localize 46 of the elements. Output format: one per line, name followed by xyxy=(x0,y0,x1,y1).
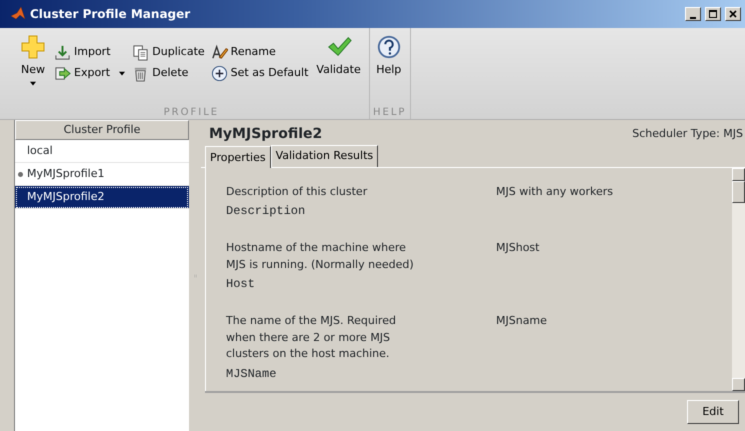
export-icon xyxy=(54,65,71,82)
scheduler-type-label: Scheduler Type: MJS xyxy=(632,126,743,142)
edit-button[interactable]: Edit xyxy=(687,400,739,424)
pencil-icon xyxy=(210,44,228,61)
toolbar-button[interactable]: Duplicate xyxy=(132,44,205,61)
app-logo-icon xyxy=(10,6,26,22)
property-value: MJShost xyxy=(496,240,540,256)
toolbar-button[interactable]: Set as Default xyxy=(210,65,308,82)
profile-item[interactable]: local xyxy=(15,140,189,163)
property-name: Host xyxy=(226,276,256,293)
dropdown-button[interactable] xyxy=(118,70,126,76)
close-icon xyxy=(728,9,738,19)
toolbar-button[interactable]: Help xyxy=(374,32,404,105)
profile-item[interactable]: MyMJSprofile2 xyxy=(15,186,189,209)
toolbar-button[interactable]: Rename xyxy=(210,44,276,61)
toolbar-button[interactable]: Validate xyxy=(314,32,363,105)
import-icon xyxy=(54,44,71,61)
close-button[interactable] xyxy=(725,7,741,21)
toolbar-button[interactable]: Import xyxy=(54,44,111,61)
maximize-icon xyxy=(708,9,718,19)
property-value: MJSname xyxy=(496,313,547,329)
section-label: PROFILE xyxy=(162,106,220,119)
toolbar-button[interactable]: Delete xyxy=(132,65,188,82)
toolbar-button[interactable]: New xyxy=(18,32,48,105)
tab[interactable]: Properties xyxy=(205,146,271,168)
documents-icon xyxy=(132,44,150,61)
column-header: Cluster Profile xyxy=(15,120,189,140)
minimize-icon xyxy=(690,16,696,18)
property-value: MJS with any workers xyxy=(496,184,614,200)
scrollbar[interactable] xyxy=(732,168,745,391)
property-description: The name of the MJS. Required when there are 2 or more MJS clusters on the host machine. xyxy=(226,313,397,362)
window-title: Cluster Profile Manager xyxy=(30,6,192,23)
toolbar-button[interactable]: Export xyxy=(54,65,110,82)
caret-icon xyxy=(118,70,126,76)
section-label: HELP xyxy=(372,106,408,119)
profile-title: MyMJSprofile2 xyxy=(209,125,322,144)
maximize-button[interactable] xyxy=(705,7,721,21)
property-name: MJSName xyxy=(226,366,278,382)
help-icon xyxy=(376,34,402,60)
property-description: Hostname of the machine where MJS is running. (Normally needed) xyxy=(226,240,415,272)
tab[interactable]: Validation Results xyxy=(270,145,378,166)
property-description: Description of this cluster xyxy=(226,184,368,200)
add-circle-icon xyxy=(210,65,228,82)
property-name: Description xyxy=(226,203,306,220)
minimize-button[interactable] xyxy=(685,7,701,21)
plus-icon xyxy=(20,34,46,60)
